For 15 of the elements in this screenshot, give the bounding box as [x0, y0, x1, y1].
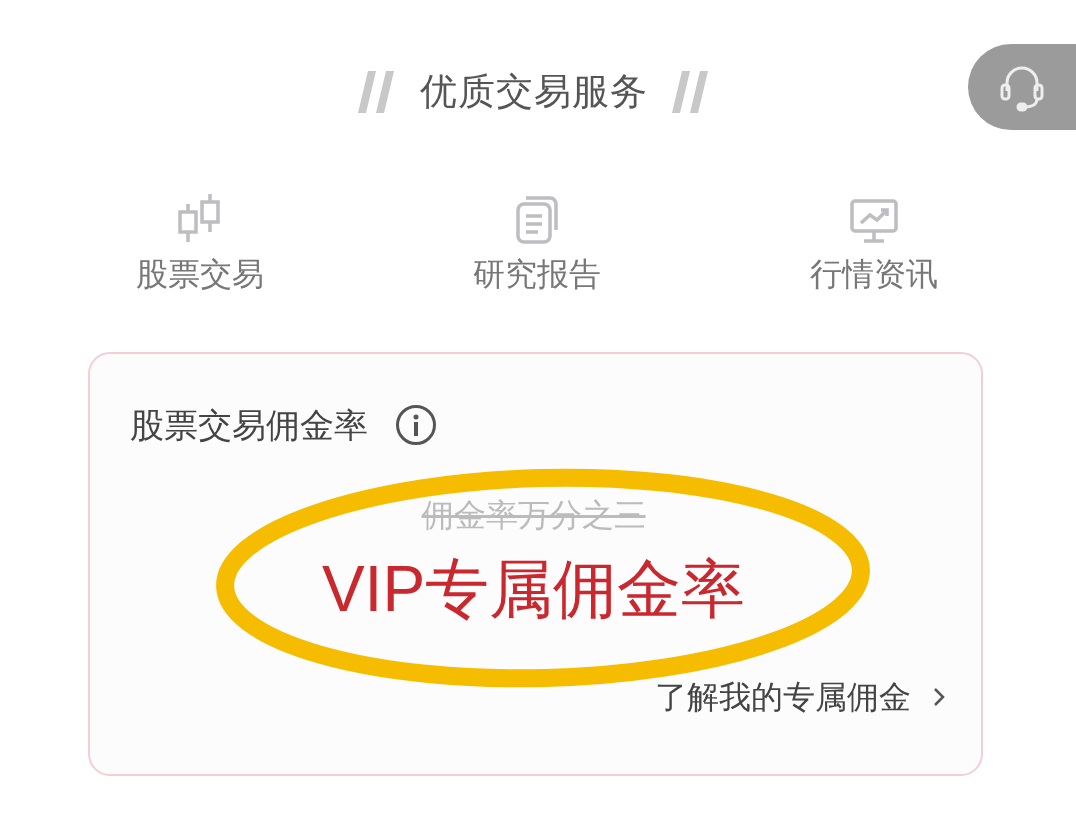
customer-service-button[interactable] — [968, 44, 1076, 130]
card-title: 股票交易佣金率 — [130, 404, 368, 446]
service-item[interactable]: 行情资讯 — [705, 187, 1042, 294]
service-item[interactable]: 研究报告 — [368, 187, 706, 294]
commission-link[interactable]: 了解我的专属佣金 — [655, 672, 945, 721]
slashes-icon — [671, 70, 710, 113]
section-title: 优质交易服务 — [420, 70, 648, 114]
service-item[interactable]: 股票交易 — [32, 187, 369, 294]
documents-icon — [514, 193, 560, 244]
slashes-icon — [358, 70, 397, 113]
chart-monitor-icon — [848, 197, 899, 244]
info-icon[interactable] — [396, 405, 436, 445]
chevron-right-icon — [933, 686, 945, 707]
old-commission-rate: 佣金率万分之三 — [421, 495, 646, 535]
vip-commission-rate: VIP专属佣金率 — [321, 551, 746, 627]
